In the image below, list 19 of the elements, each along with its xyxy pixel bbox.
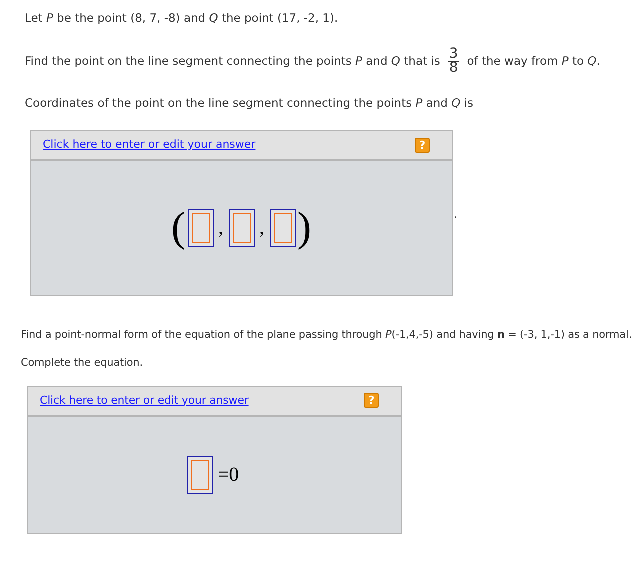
fraction: 3 8 (448, 48, 460, 75)
math-text: =0 (218, 464, 240, 485)
prompt-text: Complete the equation. (21, 356, 144, 371)
parenthesis: ( (172, 207, 186, 250)
answer-blank[interactable] (186, 456, 213, 494)
answer-blank[interactable] (188, 209, 214, 248)
math-text: , (260, 218, 264, 238)
trailing-mark: . (454, 207, 458, 223)
math-text: , (218, 218, 224, 238)
parenthesis: ) (298, 207, 312, 250)
question-text: of the way from P to Q. (467, 52, 600, 70)
problem-statement: Let P be the point (8, 7, -8) and Q the point (17, -2, 1). (25, 10, 340, 26)
edit-answer-link[interactable]: Click here to enter or edit your answer (43, 137, 256, 154)
prompt-text: Coordinates of the point on the line segment connecting the points P and Q is (25, 95, 475, 112)
answer-blank[interactable] (228, 209, 254, 248)
edit-answer-link[interactable]: Click here to enter or edit your answer (40, 392, 249, 409)
answer-blank[interactable] (270, 209, 296, 248)
problem-statement: Find a point-normal form of the equation of the plane passing through P(-1,4,-5) and having n = (-3, 1,-1) as a normal. (21, 328, 634, 344)
question-text: Find the point on the line segment connecting the points P and Q that is (25, 52, 440, 70)
